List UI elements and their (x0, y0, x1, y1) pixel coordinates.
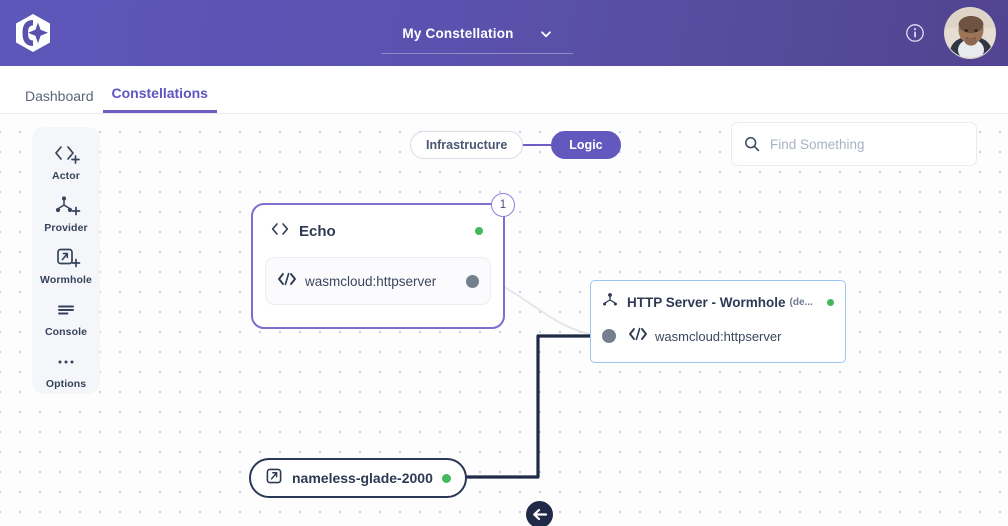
toolbar-label-provider: Provider (44, 222, 88, 234)
info-circle-icon (906, 24, 924, 42)
constellation-hexagon-logo-icon (16, 14, 50, 52)
canvas-toolbar: Actor Provider Wormhole Console Options (32, 127, 100, 394)
node-echo[interactable]: 1 Echo wasmcloud:httpserver (251, 193, 515, 329)
chevron-down-icon (540, 30, 551, 37)
code-slash-icon (277, 271, 297, 292)
toolbar-item-console[interactable]: Console (32, 297, 100, 338)
tab-constellations[interactable]: Constellations (102, 85, 217, 113)
info-button[interactable] (900, 18, 930, 48)
node-nameless-glade-2000[interactable]: nameless-glade-2000 (249, 458, 467, 498)
node-echo-header: Echo (265, 216, 491, 246)
arrow-left-icon (533, 508, 548, 521)
app-logo[interactable] (10, 10, 56, 56)
toolbar-label-options: Options (45, 378, 87, 390)
node-echo-port-label: wasmcloud:httpserver (305, 273, 437, 289)
search-input[interactable] (770, 136, 960, 152)
node-echo-port-handle[interactable] (466, 274, 479, 288)
filter-logic[interactable]: Logic (551, 131, 621, 159)
console-lines-icon (53, 297, 79, 323)
constellation-canvas[interactable]: Actor Provider Wormhole Console Options … (0, 114, 1008, 526)
node-http-server-header: HTTP Server - Wormhole (de... (601, 290, 835, 314)
code-slash-icon (628, 326, 648, 347)
tab-dashboard[interactable]: Dashboard (16, 88, 103, 113)
toolbar-label-wormhole: Wormhole (40, 274, 92, 286)
node-echo-title: Echo (299, 222, 336, 240)
wormhole-box-plus-icon (51, 245, 81, 271)
toolbar-label-actor: Actor (52, 170, 80, 182)
constellation-selector[interactable]: My Constellation (381, 14, 573, 54)
toolbar-item-provider[interactable]: Provider (32, 193, 100, 234)
node-http-server-port-handle[interactable] (602, 329, 616, 343)
app-root: My Constellation Dashboard Constellation… (0, 0, 1008, 526)
node-http-server-status-dot (827, 298, 834, 306)
code-brackets-icon (270, 221, 290, 242)
node-nameless-glade-2000-status-dot (441, 473, 451, 483)
toolbar-label-console: Console (44, 326, 88, 338)
toolbar-item-wormhole[interactable]: Wormhole (32, 245, 100, 286)
view-filter-toggle: Infrastructure Logic (410, 131, 621, 159)
node-http-server-port-label: wasmcloud:httpserver (655, 328, 782, 344)
avatar[interactable] (944, 7, 996, 59)
filter-infrastructure[interactable]: Infrastructure (410, 131, 524, 159)
main-nav: Dashboard Constellations (0, 66, 1008, 114)
node-http-server-title: HTTP Server - Wormhole (627, 294, 786, 310)
edge-glade-to-httpserver (443, 334, 606, 479)
toolbar-item-actor[interactable]: Actor (32, 141, 100, 182)
top-header: My Constellation (0, 0, 1008, 66)
filter-connector (523, 144, 552, 146)
code-brackets-plus-icon (51, 141, 81, 167)
node-nameless-glade-2000-title: nameless-glade-2000 (292, 470, 433, 486)
toolbar-item-options[interactable]: Options (32, 349, 100, 390)
ellipsis-icon (53, 349, 79, 375)
node-echo-port-httpserver[interactable]: wasmcloud:httpserver (265, 257, 491, 305)
node-http-server[interactable]: HTTP Server - Wormhole (de... wasmcloud:… (590, 280, 846, 363)
search-box[interactable] (731, 122, 977, 166)
edge-direction-button[interactable] (526, 501, 553, 526)
user-avatar-image (945, 8, 995, 58)
node-graph-plus-icon (51, 193, 81, 219)
node-http-server-port-httpserver[interactable]: wasmcloud:httpserver (601, 319, 835, 353)
node-echo-badge[interactable]: 1 (491, 193, 515, 217)
wormhole-box-icon (265, 467, 283, 490)
node-echo-status-dot (475, 227, 483, 235)
constellation-title: My Constellation (402, 26, 514, 41)
node-graph-icon (601, 291, 619, 314)
node-http-server-title-suffix: (de... (789, 296, 813, 308)
search-icon (744, 136, 760, 152)
